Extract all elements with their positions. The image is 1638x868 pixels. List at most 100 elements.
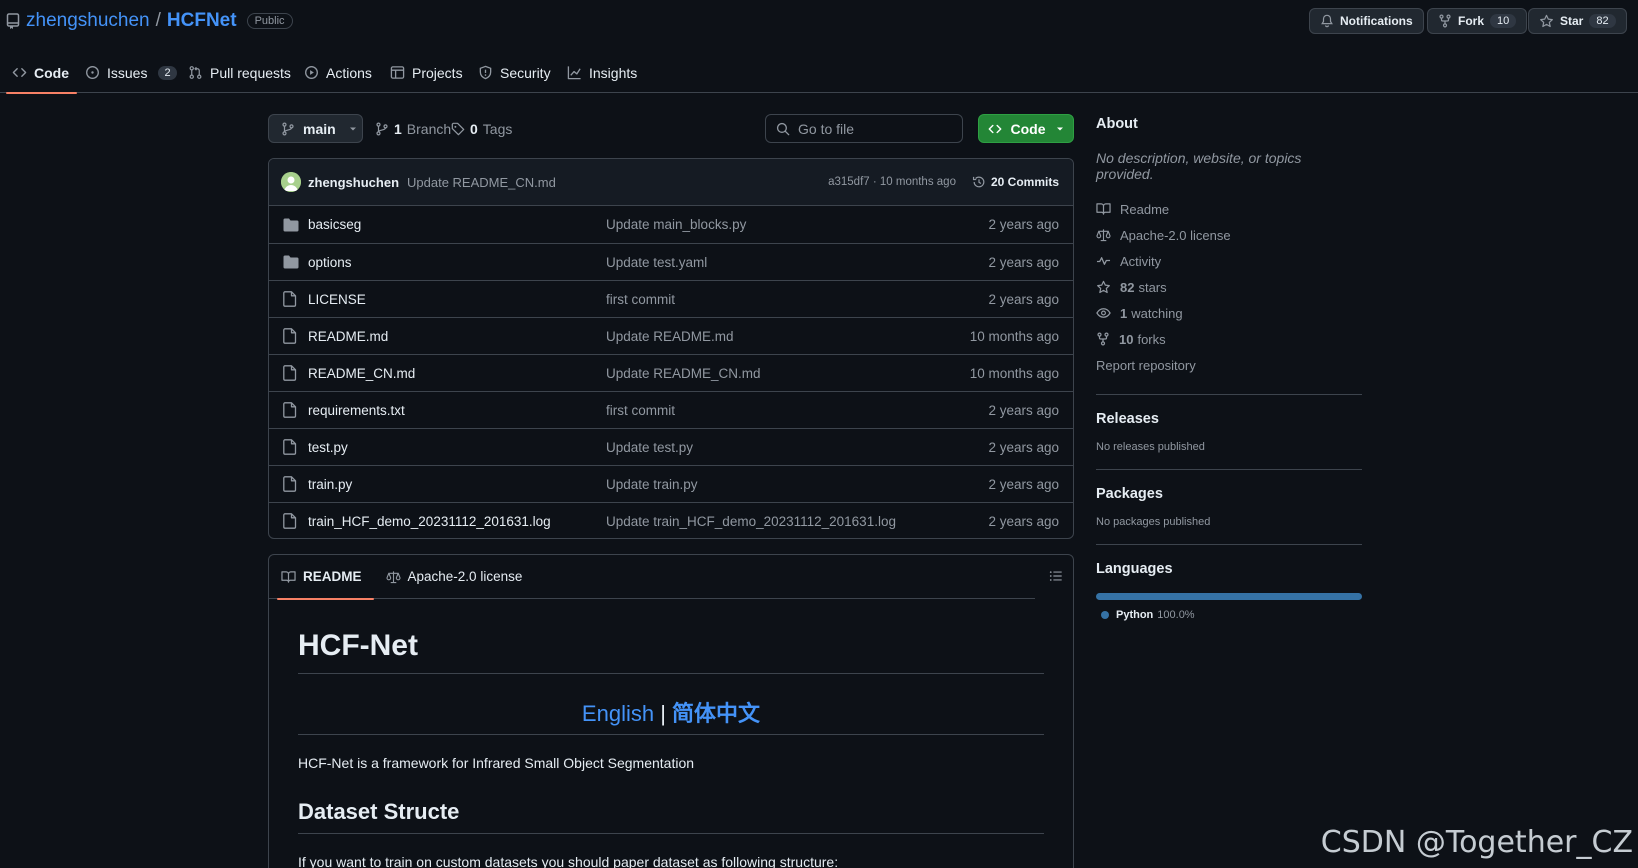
file-commit-message[interactable]: Update test.yaml [606, 255, 933, 270]
file-browser: zhengshuchen Update README_CN.md a315df7… [268, 158, 1074, 539]
branch-selector[interactable]: main [268, 114, 363, 143]
file-commit-message[interactable]: Update README.md [606, 329, 933, 344]
star-button[interactable]: Star 82 [1528, 8, 1627, 34]
branch-name: main [303, 120, 336, 137]
file-icon [283, 476, 299, 492]
tab-actions[interactable]: Actions [304, 52, 372, 93]
language-python[interactable]: Python 100.0% [1101, 609, 1362, 621]
stars-link[interactable]: 82 stars [1096, 274, 1362, 300]
history-icon [972, 175, 986, 189]
file-commit-message[interactable]: Update train_HCF_demo_20231112_201631.lo… [606, 514, 933, 529]
file-row[interactable]: requirements.txt first commit 2 years ago [269, 391, 1073, 428]
issue-icon [85, 65, 100, 80]
tab-security[interactable]: Security [478, 52, 551, 93]
tab-license[interactable]: Apache-2.0 license [374, 555, 535, 599]
code-icon [12, 65, 27, 80]
tab-issues[interactable]: Issues 2 [85, 52, 177, 93]
activity-link[interactable]: Activity [1096, 248, 1362, 274]
code-dropdown-button[interactable]: Code [978, 114, 1074, 143]
branch-count: 1 [394, 120, 402, 137]
repo-header: zhengshuchen / HCFNet Public Notificatio… [0, 0, 1638, 44]
graph-icon [567, 65, 582, 80]
file-row[interactable]: options Update test.yaml 2 years ago [269, 243, 1073, 280]
fork-button[interactable]: Fork 10 [1427, 8, 1528, 34]
forks-count: 10 [1119, 331, 1134, 347]
repo-owner-link[interactable]: zhengshuchen [26, 10, 150, 32]
file-name-link[interactable]: test.py [308, 440, 606, 455]
releases-text: No releases published [1096, 441, 1205, 453]
file-commit-date: 2 years ago [988, 402, 1059, 418]
fork-icon [1096, 332, 1110, 346]
file-row[interactable]: train_HCF_demo_20231112_201631.log Update… [269, 502, 1073, 538]
license-link[interactable]: Apache-2.0 license [1096, 222, 1362, 248]
star-icon [1539, 14, 1554, 29]
readme-panel: README Apache-2.0 license HCF-Net Englis… [268, 554, 1074, 868]
file-row[interactable]: LICENSE first commit 2 years ago [269, 280, 1073, 317]
file-name-link[interactable]: README_CN.md [308, 366, 606, 381]
file-name-link[interactable]: basicseg [308, 217, 606, 232]
file-name-link[interactable]: train_HCF_demo_20231112_201631.log [308, 514, 606, 529]
commit-hash-time[interactable]: a315df7 · 10 months ago [828, 176, 956, 188]
commit-author-link[interactable]: zhengshuchen [308, 175, 399, 190]
file-commit-date: 10 months ago [969, 365, 1059, 381]
tab-projects[interactable]: Projects [390, 52, 463, 93]
tab-insights[interactable]: Insights [567, 52, 637, 93]
file-commit-message[interactable]: Update README_CN.md [606, 366, 933, 381]
report-repository-link[interactable]: Report repository [1096, 352, 1362, 378]
repo-separator: / [155, 10, 161, 31]
file-name-link[interactable]: train.py [308, 477, 606, 492]
code-icon [988, 122, 1002, 136]
packages-heading[interactable]: Packages [1096, 486, 1362, 502]
forks-link[interactable]: 10 forks [1096, 326, 1362, 352]
commit-message-link[interactable]: Update README_CN.md [407, 175, 556, 190]
table-icon [390, 65, 405, 80]
file-row[interactable]: README_CN.md Update README_CN.md 10 months… [269, 354, 1073, 391]
commits-history-link[interactable]: 20 Commits [972, 175, 1059, 189]
english-link[interactable]: English [582, 701, 654, 726]
file-name-link[interactable]: README.md [308, 329, 606, 344]
repo-title: zhengshuchen / HCFNet Public [6, 10, 293, 32]
file-name-link[interactable]: options [308, 255, 606, 270]
repo-name-link[interactable]: HCFNet [167, 10, 237, 32]
book-icon [1096, 202, 1111, 216]
file-row[interactable]: README.md Update README.md 10 months ago [269, 317, 1073, 354]
branches-link[interactable]: 1 Branch [375, 114, 451, 143]
readme-content: HCF-Net English | 简体中文 HCF-Net is a fram… [269, 629, 1073, 868]
file-name-link[interactable]: requirements.txt [308, 403, 606, 418]
readme-title: HCF-Net [298, 629, 1044, 674]
file-name-link[interactable]: LICENSE [308, 292, 606, 307]
file-icon [283, 439, 299, 455]
readme-link[interactable]: Readme [1096, 196, 1362, 222]
file-commit-message[interactable]: Update test.py [606, 440, 933, 455]
file-commit-message[interactable]: first commit [606, 403, 933, 418]
chinese-link[interactable]: 简体中文 [672, 701, 760, 726]
file-row[interactable]: test.py Update test.py 2 years ago [269, 428, 1073, 465]
file-commit-message[interactable]: Update main_blocks.py [606, 217, 933, 232]
notifications-button[interactable]: Notifications [1309, 8, 1424, 34]
releases-heading[interactable]: Releases [1096, 411, 1362, 427]
commits-count-label: 20 Commits [990, 175, 1059, 189]
tags-link[interactable]: 0 Tags [451, 114, 512, 143]
file-commit-message[interactable]: Update train.py [606, 477, 933, 492]
tab-readme[interactable]: README [269, 555, 374, 600]
tab-code[interactable]: Code [6, 52, 77, 94]
go-to-file-field[interactable] [765, 114, 963, 143]
avatar[interactable] [281, 172, 301, 192]
file-row[interactable]: basicseg Update main_blocks.py 2 years ago [269, 206, 1073, 243]
issues-count: 2 [158, 65, 177, 80]
go-to-file-input[interactable] [798, 120, 948, 137]
license-link-label: Apache-2.0 license [1120, 227, 1231, 243]
file-row[interactable]: train.py Update train.py 2 years ago [269, 465, 1073, 502]
outline-list-icon[interactable] [1049, 569, 1063, 583]
file-icon [283, 402, 299, 418]
bell-icon [1320, 14, 1334, 28]
file-commit-date: 2 years ago [988, 217, 1059, 232]
tab-pull-requests[interactable]: Pull requests [188, 52, 291, 93]
file-commit-date: 10 months ago [969, 328, 1059, 344]
file-commit-message[interactable]: first commit [606, 292, 933, 307]
chevron-down-icon [1055, 124, 1065, 134]
repo-nav: Code Issues 2 Pull requests Actions Proj… [0, 52, 1638, 94]
tab-security-label: Security [500, 64, 551, 81]
branch-icon [375, 122, 389, 136]
watchers-link[interactable]: 1 watching [1096, 300, 1362, 326]
